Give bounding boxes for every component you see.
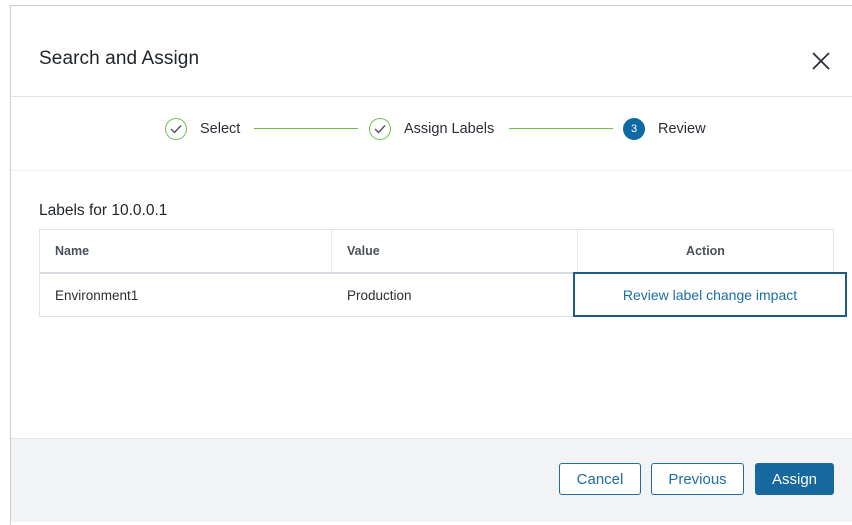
column-header-action: Action bbox=[686, 244, 725, 258]
step-label: Assign Labels bbox=[404, 121, 495, 137]
step-select[interactable]: Select bbox=[165, 117, 240, 141]
previous-button[interactable]: Previous bbox=[651, 463, 744, 495]
column-header-value: Value bbox=[332, 230, 578, 272]
step-connector bbox=[254, 128, 358, 129]
check-icon bbox=[369, 118, 391, 140]
search-and-assign-dialog: Search and Assign Select Assign Labels 3… bbox=[10, 5, 852, 525]
assign-button[interactable]: Assign bbox=[755, 463, 834, 495]
wizard-stepper: Select Assign Labels 3 Review bbox=[11, 97, 852, 171]
step-label: Review bbox=[658, 121, 706, 137]
check-icon bbox=[165, 118, 187, 140]
section-title: Labels for 10.0.0.1 bbox=[39, 202, 168, 219]
table-header: Name Value Action bbox=[40, 230, 833, 274]
cell-value: Production bbox=[347, 287, 412, 303]
cell-name: Environment1 bbox=[55, 287, 139, 303]
dialog-header: Search and Assign bbox=[11, 6, 852, 97]
step-number-badge: 3 bbox=[623, 118, 645, 140]
close-icon[interactable] bbox=[809, 49, 833, 73]
review-label-change-impact-link[interactable]: Review label change impact bbox=[573, 272, 847, 317]
dialog-title: Search and Assign bbox=[39, 48, 200, 69]
step-label: Select bbox=[200, 121, 241, 137]
dialog-footer: Cancel Previous Assign bbox=[11, 438, 852, 522]
step-review[interactable]: 3 Review bbox=[623, 117, 706, 141]
column-header-name: Name bbox=[40, 230, 332, 272]
step-connector bbox=[509, 128, 613, 129]
step-assign-labels[interactable]: Assign Labels bbox=[369, 117, 494, 141]
cancel-button[interactable]: Cancel bbox=[559, 463, 641, 495]
